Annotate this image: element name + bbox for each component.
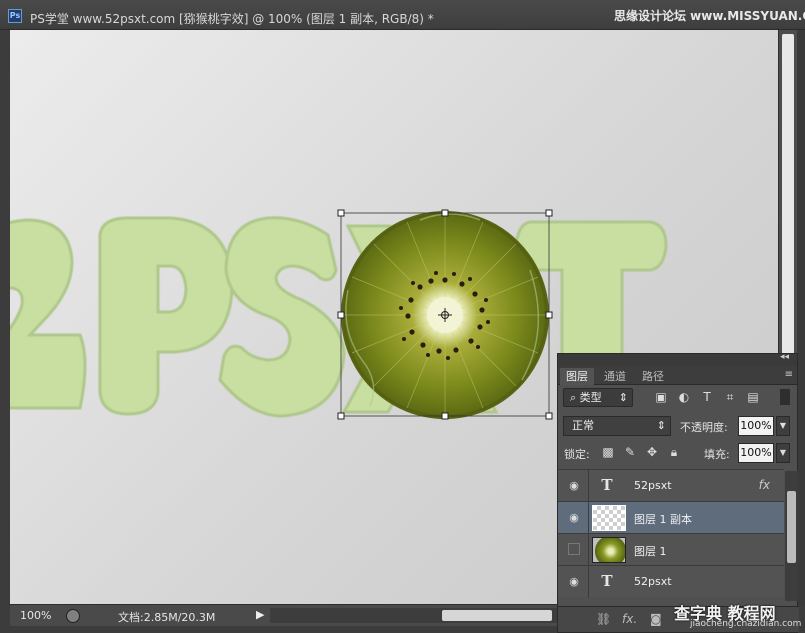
lock-all-icon[interactable]: 🔒︎ bbox=[666, 444, 682, 460]
document-title: PS学堂 www.52psxt.com [猕猴桃字效] @ 100% (图层 1… bbox=[30, 12, 434, 26]
filter-shape-icon[interactable]: ⌗ bbox=[722, 389, 738, 405]
blend-mode-select[interactable]: 正常 ⇕ bbox=[563, 416, 671, 436]
fill-input[interactable]: 100% bbox=[738, 443, 774, 463]
document-info: 文档:2.85M/20.3M bbox=[118, 611, 216, 624]
link-icon[interactable]: ⛓ bbox=[596, 612, 611, 626]
status-bar: 100% 文档:2.85M/20.3M ▶ bbox=[10, 604, 560, 626]
tab-layers[interactable]: 图层 bbox=[560, 368, 594, 385]
layer-name[interactable]: 图层 1 副本 bbox=[634, 511, 692, 527]
watermark-top: 思缘设计论坛 www.MISSYUAN.COM bbox=[614, 9, 805, 23]
transform-handle bbox=[441, 209, 449, 217]
lock-transparent-icon[interactable]: ▩ bbox=[600, 444, 616, 460]
eye-icon[interactable]: ◉ bbox=[567, 479, 581, 493]
layer-divider bbox=[588, 502, 589, 534]
layer-divider bbox=[588, 534, 589, 566]
layers-scrollbar[interactable] bbox=[785, 471, 798, 601]
status-menu-arrow-icon[interactable]: ▶ bbox=[256, 608, 264, 621]
filter-pixel-icon[interactable]: ▣ bbox=[653, 389, 669, 405]
lock-brush-icon[interactable]: ✎ bbox=[622, 444, 638, 460]
transform-handle bbox=[545, 311, 553, 319]
panel-header[interactable]: ◂◂ bbox=[558, 352, 797, 366]
kiwi-layer-thumbnail[interactable] bbox=[592, 537, 626, 563]
layers-panel: ◂◂ 图层 通道 路径 ≡ ⌕ 类型 ⇕ ▣ ◐ T ⌗ ▤ 正常 ⇕ 不透明度:… bbox=[557, 352, 799, 633]
fill-slider-arrow-icon[interactable]: ▼ bbox=[776, 443, 790, 463]
layer-divider bbox=[588, 566, 589, 598]
layer-row-selected[interactable]: ◉ 图层 1 副本 bbox=[558, 501, 784, 534]
panel-tabs: 图层 通道 路径 ≡ bbox=[558, 366, 797, 385]
layer-divider bbox=[588, 470, 589, 502]
opacity-slider-arrow-icon[interactable]: ▼ bbox=[776, 416, 790, 436]
fill-label: 填充: bbox=[704, 448, 730, 461]
blend-row: 正常 ⇕ 不透明度: 100% ▼ bbox=[558, 412, 799, 438]
document-title-bar[interactable]: Ps PS学堂 www.52psxt.com [猕猴桃字效] @ 100% (图… bbox=[0, 0, 805, 30]
layers-scroll-thumb[interactable] bbox=[787, 491, 796, 563]
tab-channels[interactable]: 通道 bbox=[598, 368, 632, 385]
layer-name[interactable]: 图层 1 bbox=[634, 543, 667, 559]
collapse-panel-icon[interactable]: ◂◂ bbox=[780, 352, 789, 362]
zoom-level[interactable]: 100% bbox=[20, 609, 51, 622]
horizontal-scroll-thumb[interactable] bbox=[442, 610, 552, 621]
layer-name[interactable]: 52psxt bbox=[634, 479, 672, 492]
transform-handle bbox=[545, 209, 553, 217]
lock-move-icon[interactable]: ✥ bbox=[644, 444, 660, 460]
layer-row[interactable]: 图层 1 bbox=[558, 533, 784, 566]
text-layer-icon: T bbox=[601, 572, 613, 590]
photoshop-logo-icon: Ps bbox=[8, 9, 22, 23]
lock-label: 锁定: bbox=[564, 448, 590, 461]
eye-icon[interactable]: ◉ bbox=[567, 511, 581, 525]
visibility-off-box[interactable] bbox=[568, 543, 580, 555]
site-watermark-url: jiaocheng.chazidian.com bbox=[690, 619, 802, 629]
lock-row: 锁定: ▩ ✎ ✥ 🔒︎ 填充: 100% ▼ bbox=[558, 440, 799, 466]
filter-type-icon[interactable]: T bbox=[699, 389, 715, 405]
vertical-scroll-thumb[interactable] bbox=[782, 34, 794, 354]
layer-row[interactable]: ◉ T 52psxt bbox=[558, 565, 784, 598]
chevron-updown-icon: ⇕ bbox=[618, 391, 628, 404]
fx-icon[interactable]: fx bbox=[759, 478, 770, 492]
layer-row[interactable]: ◉ T 52psxt fx bbox=[558, 469, 784, 502]
tab-paths[interactable]: 路径 bbox=[636, 368, 670, 385]
chevron-updown-icon: ⇕ bbox=[656, 419, 666, 432]
filter-smart-object-icon[interactable]: ▤ bbox=[745, 389, 761, 405]
layer-name[interactable]: 52psxt bbox=[634, 575, 672, 588]
blend-mode-value: 正常 bbox=[572, 419, 594, 432]
transform-handle bbox=[441, 412, 449, 420]
opacity-input[interactable]: 100% bbox=[738, 416, 774, 436]
transform-handle bbox=[337, 311, 345, 319]
text-layer-icon: T bbox=[601, 476, 613, 494]
filter-kind-select[interactable]: ⌕ 类型 ⇕ bbox=[563, 388, 633, 407]
filter-toggle-icon[interactable] bbox=[780, 389, 790, 405]
mask-icon[interactable]: ◙ bbox=[650, 612, 662, 626]
opacity-label: 不透明度: bbox=[680, 421, 728, 434]
window-edge bbox=[797, 30, 805, 606]
layer-thumbnail[interactable] bbox=[592, 505, 626, 531]
transform-handle bbox=[337, 412, 345, 420]
filter-adjustment-icon[interactable]: ◐ bbox=[676, 389, 692, 405]
transform-handle bbox=[545, 412, 553, 420]
horizontal-scrollbar[interactable] bbox=[270, 608, 560, 623]
fx-icon[interactable]: fx. bbox=[622, 612, 637, 626]
panel-menu-icon[interactable]: ≡ bbox=[785, 369, 793, 380]
search-icon: ⌕ bbox=[570, 391, 580, 404]
status-info-icon[interactable] bbox=[66, 609, 80, 623]
filter-kind-label: 类型 bbox=[579, 391, 602, 404]
eye-icon[interactable]: ◉ bbox=[567, 575, 581, 589]
transform-handle bbox=[337, 209, 345, 217]
filter-row: ⌕ 类型 ⇕ ▣ ◐ T ⌗ ▤ bbox=[558, 385, 799, 411]
